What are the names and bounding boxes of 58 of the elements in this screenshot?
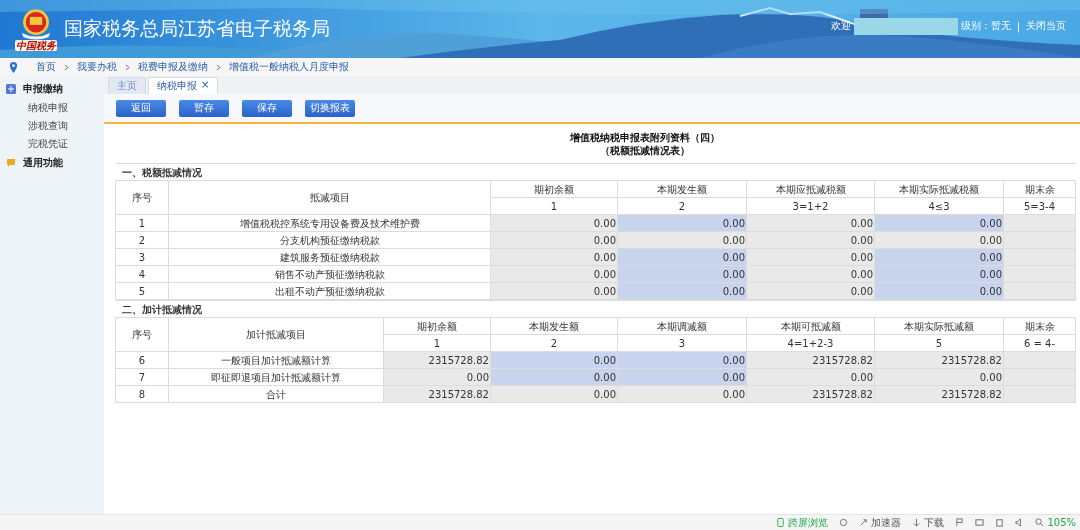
column-header: 抵减项目	[168, 180, 491, 215]
row-number: 4	[115, 265, 169, 283]
row-number: 3	[115, 248, 169, 266]
download-icon	[912, 518, 922, 527]
breadcrumb-link[interactable]: 增值税一般纳税人月度申报	[229, 60, 349, 74]
breadcrumb-link[interactable]: 税费申报及缴纳	[138, 60, 208, 74]
column-header: 加计抵减项目	[168, 317, 384, 352]
sidebar-group[interactable]: 申报缴纳	[23, 82, 63, 96]
item-label: 合计	[168, 385, 384, 403]
sidebar-group[interactable]: 通用功能	[23, 156, 63, 170]
grid-icon	[6, 84, 16, 94]
column-header: 序号	[115, 317, 169, 352]
sidebar-item[interactable]: 完税凭证	[0, 135, 104, 153]
logo-caption: 中国税务	[15, 39, 57, 51]
toolbar-button[interactable]: 暂存	[179, 99, 229, 117]
row-number: 2	[115, 231, 169, 249]
chevron-icon	[125, 63, 130, 71]
image-icon[interactable]	[975, 518, 985, 527]
location-pin-icon	[9, 61, 18, 73]
column-header: 序号	[115, 180, 169, 215]
item-label: 销售不动产预征缴纳税款	[168, 265, 491, 283]
item-label: 建筑服务预征缴纳税款	[168, 248, 491, 266]
window-icon[interactable]	[995, 518, 1005, 527]
chevron-icon	[216, 63, 221, 71]
site-title: 国家税务总局江苏省电子税务局	[64, 16, 330, 41]
row-number: 5	[115, 282, 169, 300]
row-number: 1	[115, 214, 169, 232]
user-level: 级别：暂无	[960, 19, 1011, 33]
toolbar-button[interactable]: 切换报表	[305, 99, 355, 117]
sidebar-item[interactable]: 纳税申报	[0, 99, 104, 117]
form-title: 增值税纳税申报表附列资料（四）	[569, 131, 721, 144]
chevron-icon	[64, 63, 69, 71]
item-label: 一般项目加计抵减额计算	[168, 351, 384, 369]
item-label: 出租不动产预征缴纳税款	[168, 282, 491, 300]
form-subtitle: （税额抵减情况表）	[599, 144, 691, 157]
breadcrumb-link[interactable]: 首页	[36, 60, 56, 74]
item-label: 分支机构预征缴纳税款	[168, 231, 491, 249]
section-heading: 二、加计抵减情况	[121, 303, 202, 315]
welcome-text: 欢迎	[830, 19, 851, 33]
download-button[interactable]: 下载	[912, 515, 945, 530]
section-heading: 一、税额抵减情况	[121, 166, 202, 178]
row-number: 6	[115, 351, 169, 369]
item-label: 增值税税控系统专用设备费及技术维护费	[168, 214, 491, 232]
row-number: 7	[115, 368, 169, 386]
chat-icon	[6, 158, 16, 168]
toolbar-button[interactable]: 返回	[116, 99, 166, 117]
separator: |	[1016, 20, 1020, 32]
breadcrumb-link[interactable]: 我要办税	[77, 60, 117, 74]
row-number: 8	[115, 385, 169, 403]
phone-icon	[776, 518, 786, 527]
flag-icon[interactable]	[955, 518, 965, 527]
tab[interactable]: 纳税申报 ×	[148, 77, 219, 94]
accelerator-button[interactable]: 加速器	[859, 515, 902, 530]
sidebar-item[interactable]: 涉税查询	[0, 117, 104, 135]
search-icon	[1035, 518, 1045, 527]
item-label: 即征即退项目加计抵减额计算	[168, 368, 384, 386]
toolbar-button[interactable]: 保存	[242, 99, 292, 117]
arrow-icon	[859, 518, 869, 527]
